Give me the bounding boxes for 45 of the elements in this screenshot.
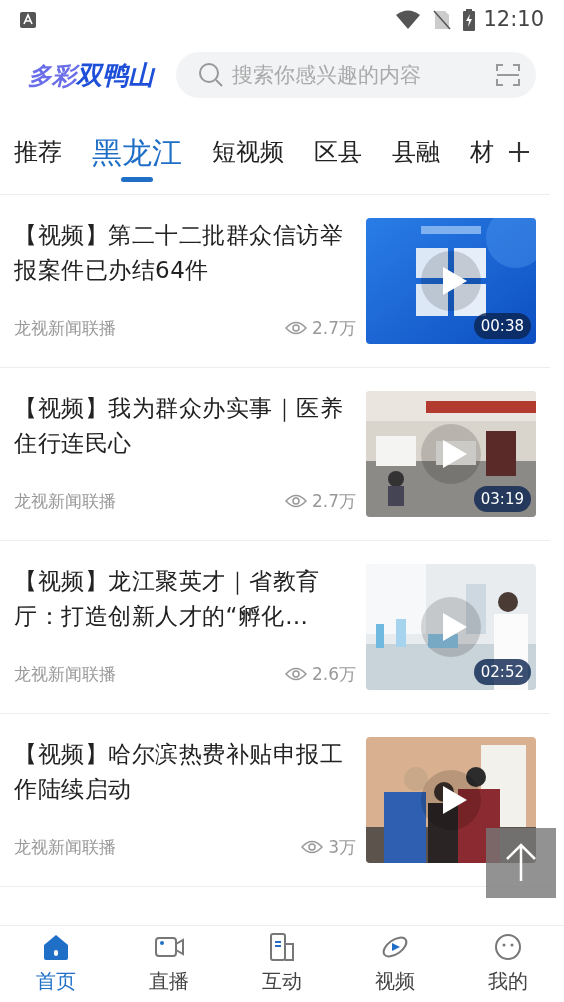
play-icon bbox=[421, 770, 481, 830]
play-icon bbox=[421, 251, 481, 311]
plus-icon bbox=[508, 141, 530, 163]
category-tab[interactable]: 黑龙江 bbox=[92, 110, 182, 194]
view-count: 2.6万 bbox=[311, 662, 356, 686]
source-label: 龙视新闻联播 bbox=[14, 662, 116, 686]
eye-icon bbox=[301, 840, 324, 855]
category-tab[interactable]: 短视频 bbox=[212, 110, 284, 194]
article-title[interactable]: 【视频】第二十二批群众信访举报案件已办结64件 bbox=[14, 218, 356, 288]
category-tab[interactable]: 县融 bbox=[392, 110, 440, 194]
keyboard-icon bbox=[20, 12, 36, 28]
building-icon bbox=[267, 932, 297, 962]
source-label: 龙视新闻联播 bbox=[14, 489, 116, 513]
article-title[interactable]: 【视频】龙江聚英才｜省教育厅：打造创新人才的“孵化… bbox=[14, 564, 356, 634]
app-logo: 多彩双鸭山 bbox=[28, 58, 154, 92]
view-count: 3万 bbox=[328, 835, 356, 859]
search-icon bbox=[198, 62, 224, 88]
article-title[interactable]: 【视频】我为群众办实事｜医养住行连民心 bbox=[14, 391, 356, 461]
up-arrow-icon bbox=[504, 843, 538, 883]
back-to-top-button[interactable] bbox=[486, 828, 556, 898]
category-tab[interactable]: 区县 bbox=[314, 110, 362, 194]
nav-tab[interactable]: 直播 bbox=[112, 926, 226, 1002]
view-count: 2.7万 bbox=[311, 489, 356, 513]
face-icon bbox=[492, 932, 523, 962]
wifi-icon bbox=[395, 10, 422, 30]
battery-icon bbox=[463, 9, 476, 31]
eye-icon bbox=[284, 494, 307, 509]
nav-tab[interactable]: 首页 bbox=[0, 926, 113, 1002]
play-icon bbox=[421, 424, 481, 484]
category-tab[interactable]: 材 bbox=[470, 110, 494, 194]
article-title[interactable]: 【视频】哈尔滨热费补贴申报工作陆续启动 bbox=[14, 737, 356, 807]
eye-icon bbox=[284, 667, 307, 682]
clock-time: 12:10 bbox=[483, 6, 544, 34]
source-label: 龙视新闻联播 bbox=[14, 835, 116, 859]
eye-icon bbox=[284, 321, 307, 336]
view-count: 2.7万 bbox=[311, 316, 356, 340]
category-tab[interactable]: 推荐 bbox=[14, 110, 62, 194]
nav-tab[interactable]: 视频 bbox=[338, 926, 452, 1002]
no-sim-icon bbox=[433, 10, 452, 30]
nav-tab[interactable]: 互动 bbox=[225, 926, 339, 1002]
source-label: 龙视新闻联播 bbox=[14, 316, 116, 340]
nav-tab[interactable]: 我的 bbox=[451, 926, 564, 1002]
search-field[interactable]: 搜索你感兴趣的内容 bbox=[176, 52, 536, 98]
scan-icon bbox=[496, 63, 520, 87]
play-icon bbox=[421, 597, 481, 657]
